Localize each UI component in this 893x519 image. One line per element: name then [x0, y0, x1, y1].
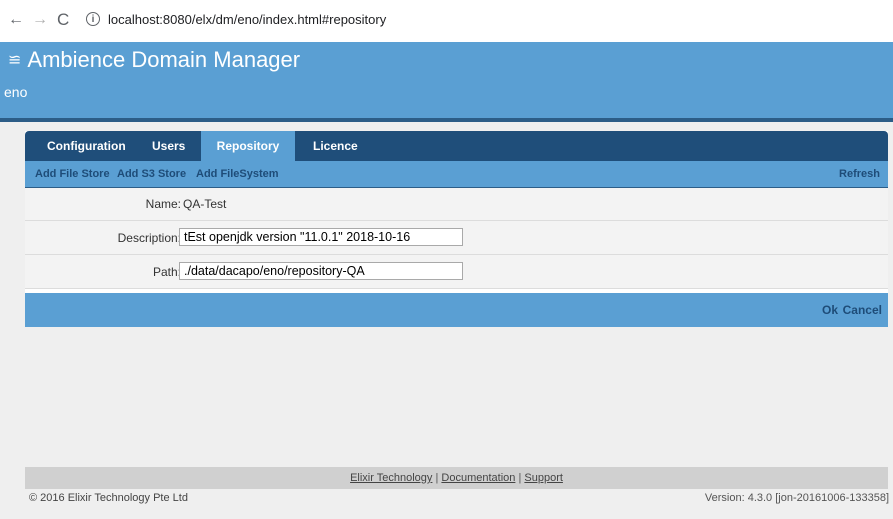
- description-label: Description:: [117, 231, 181, 245]
- form-action-bar: Ok Cancel: [25, 293, 888, 327]
- name-value: QA-Test: [183, 197, 227, 211]
- app-title-text: Ambience Domain Manager: [27, 47, 301, 72]
- app-title: ≌ Ambience Domain Manager: [8, 46, 300, 75]
- tab-users[interactable]: Users: [152, 131, 185, 161]
- version-text: Version: 4.3.0 [jon-20161006-133358]: [704, 492, 889, 504]
- elixir-technology-link[interactable]: Elixir Technology: [350, 472, 432, 484]
- path-label: Path:: [152, 265, 181, 279]
- footer-separator: |: [435, 472, 439, 484]
- reload-icon[interactable]: C: [57, 11, 69, 28]
- app-header: ≌ Ambience Domain Manager eno: [0, 42, 893, 118]
- add-filesystem-button[interactable]: Add FileSystem: [196, 161, 279, 187]
- description-row: Description:: [25, 221, 888, 255]
- forward-arrow-icon[interactable]: →: [32, 12, 48, 28]
- path-row: Path:: [25, 255, 888, 289]
- refresh-button[interactable]: Refresh: [839, 161, 880, 187]
- footer-links: Elixir Technology | Documentation | Supp…: [25, 467, 888, 489]
- header-divider: [0, 118, 893, 122]
- description-input[interactable]: [179, 228, 463, 246]
- repository-panel: Configuration Users Repository Licence A…: [25, 131, 888, 327]
- documentation-link[interactable]: Documentation: [441, 472, 515, 484]
- cancel-button[interactable]: Cancel: [843, 293, 882, 327]
- repository-toolbar: Add File Store Add S3 Store Add FileSyst…: [25, 161, 888, 188]
- ok-button[interactable]: Ok: [822, 293, 838, 327]
- copyright-text: © 2016 Elixir Technology Pte Ltd: [29, 492, 188, 504]
- name-row: Name: QA-Test: [25, 188, 888, 221]
- site-info-icon[interactable]: i: [86, 12, 100, 26]
- menu-icon[interactable]: ≌: [8, 47, 21, 75]
- domain-name: eno: [4, 84, 28, 100]
- add-s3-store-button[interactable]: Add S3 Store: [117, 161, 186, 187]
- path-input[interactable]: [179, 262, 463, 280]
- tab-bar: Configuration Users Repository Licence: [25, 131, 888, 161]
- name-label: Name:: [145, 197, 181, 211]
- support-link[interactable]: Support: [524, 472, 563, 484]
- tab-configuration[interactable]: Configuration: [47, 131, 126, 161]
- tab-licence[interactable]: Licence: [313, 131, 358, 161]
- back-arrow-icon[interactable]: ←: [8, 12, 24, 28]
- tab-repository[interactable]: Repository: [201, 131, 295, 161]
- address-bar[interactable]: localhost:8080/elx/dm/eno/index.html#rep…: [108, 12, 386, 28]
- add-file-store-button[interactable]: Add File Store: [35, 161, 110, 187]
- browser-toolbar: ← → C i localhost:8080/elx/dm/eno/index.…: [0, 0, 893, 43]
- footer-separator: |: [518, 472, 522, 484]
